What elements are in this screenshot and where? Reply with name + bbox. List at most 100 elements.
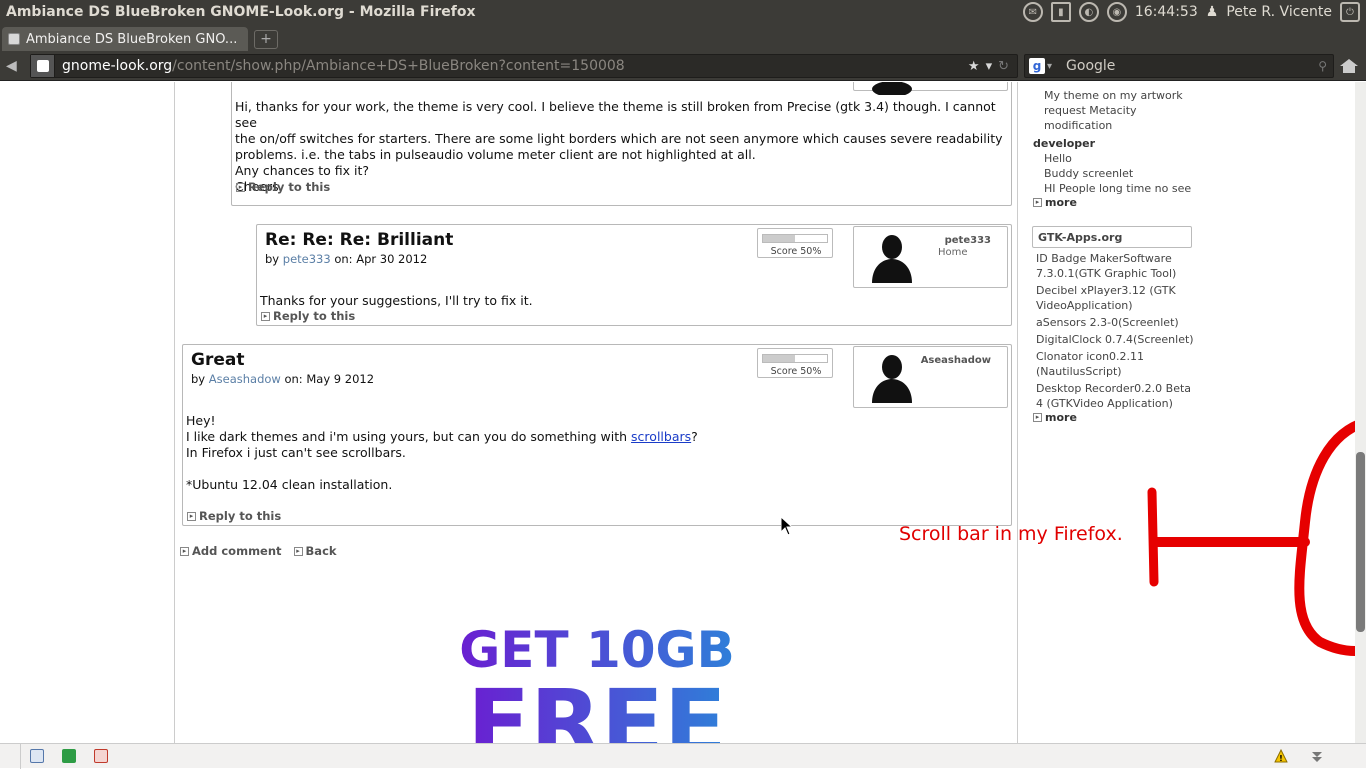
- score-fill: [763, 355, 795, 362]
- sidebar-item[interactable]: Buddy screenlet: [1033, 166, 1191, 181]
- arrow-right-icon: ▸: [261, 311, 270, 321]
- comment-line: Cheers.: [235, 179, 283, 194]
- by-label: by: [191, 372, 206, 386]
- comment-body: Hey! I like dark themes and i'm using yo…: [186, 413, 698, 493]
- sidebar-item[interactable]: Clonator icon0.2.11: [1030, 349, 1194, 364]
- page-viewport: Hi, thanks for your work, the theme is v…: [0, 82, 1366, 743]
- messaging-icon[interactable]: ✉: [1022, 2, 1043, 22]
- column-divider: [1017, 82, 1018, 743]
- comment-line: problems. i.e. the tabs in pulseaudio vo…: [235, 147, 756, 162]
- system-tray: ✉ ▮ ◐ ◉ 16:44:53 ♟ Pete R. Vicente ⏻: [1022, 2, 1366, 22]
- author-link[interactable]: pete333: [283, 252, 331, 266]
- annotation-text: Scroll bar in my Firefox.: [899, 523, 1123, 545]
- sidebar-item[interactable]: 4 (GTKVideo Application): [1030, 396, 1194, 411]
- battery-icon[interactable]: ▮: [1050, 2, 1071, 22]
- avatar: [872, 235, 912, 283]
- tab-active[interactable]: Ambiance DS BlueBroken GNO...: [2, 27, 248, 51]
- google-icon[interactable]: g: [1029, 58, 1045, 74]
- comment-date: Apr 30 2012: [356, 252, 428, 266]
- share-icon[interactable]: [62, 749, 76, 763]
- arrow-right-icon: ▸: [236, 182, 245, 192]
- sidebar-item[interactable]: Decibel xPlayer3.12 (GTK: [1030, 283, 1194, 298]
- url-text[interactable]: gnome-look.org/content/show.php/Ambiance…: [55, 58, 968, 74]
- arrow-right-icon: ▸: [293, 546, 303, 556]
- pocket-icon[interactable]: [94, 749, 108, 763]
- comment: Hi, thanks for your work, the theme is v…: [231, 82, 1012, 206]
- sidebar-item[interactable]: My theme on my artwork: [1033, 88, 1191, 103]
- site-identity-icon[interactable]: [31, 55, 55, 77]
- reply-link[interactable]: ▸ Reply to this: [261, 309, 355, 323]
- addon-bar: !: [0, 743, 1366, 769]
- sidebar-item[interactable]: Desktop Recorder0.2.0 Beta: [1030, 381, 1194, 396]
- sidebar-item[interactable]: VideoApplication): [1030, 298, 1194, 313]
- more-label: more: [1045, 411, 1077, 424]
- sidebar-item[interactable]: (NautilusScript): [1030, 364, 1194, 379]
- score-label: Score 50%: [770, 246, 822, 257]
- url-bar[interactable]: gnome-look.org/content/show.php/Ambiance…: [30, 54, 1018, 78]
- author-link[interactable]: Aseashadow: [209, 372, 281, 386]
- sidebar-item[interactable]: modification: [1033, 118, 1191, 133]
- sidebar-item[interactable]: DigitalClock 0.7.4(Screenlet): [1030, 332, 1194, 347]
- comment-body: Thanks for your suggestions, I'll try to…: [260, 293, 533, 309]
- reply-label: Reply to this: [248, 180, 331, 194]
- comment-blank-line: [186, 461, 698, 477]
- scrollbars-link[interactable]: scrollbars: [631, 429, 691, 444]
- sidebar-item[interactable]: 7.3.0.1(GTK Graphic Tool): [1030, 266, 1194, 281]
- sidebar-item[interactable]: HI People long time no see: [1033, 181, 1191, 196]
- more-link[interactable]: ▸ more: [1033, 196, 1191, 209]
- score-widget: Score 50%: [757, 228, 833, 258]
- svg-text:!: !: [1279, 754, 1283, 763]
- home-icon[interactable]: [1340, 59, 1358, 73]
- on-label: on:: [284, 372, 303, 386]
- power-icon[interactable]: ⏻: [1340, 2, 1360, 22]
- user-name[interactable]: Aseashadow: [921, 355, 991, 366]
- avatar: [872, 82, 912, 95]
- user-card: Aseashadow: [853, 346, 1008, 408]
- sidebar-heading-gtk[interactable]: GTK-Apps.org: [1032, 226, 1192, 248]
- user-name[interactable]: Pete R. Vicente: [1226, 4, 1332, 20]
- sidebar-item[interactable]: aSensors 2.3-0(Screenlet): [1030, 315, 1194, 330]
- reply-label: Reply to this: [199, 509, 282, 523]
- sidebar-item[interactable]: Hello: [1033, 151, 1191, 166]
- user-location: Home: [938, 247, 968, 258]
- search-bar[interactable]: g ▾ Google ⚲: [1024, 54, 1334, 78]
- sidebar-item[interactable]: ID Badge MakerSoftware: [1030, 251, 1194, 266]
- score-label: Score 50%: [770, 366, 822, 377]
- back-link[interactable]: ▸ Back: [293, 544, 337, 558]
- add-comment-link[interactable]: ▸ Add comment: [180, 544, 282, 558]
- collapse-icon[interactable]: [1310, 749, 1324, 763]
- sidebar-item[interactable]: request Metacity: [1033, 103, 1191, 118]
- column-divider: [174, 82, 175, 743]
- sidebar-heading: developer: [1033, 137, 1096, 150]
- score-widget: Score 50%: [757, 348, 833, 378]
- clock[interactable]: 16:44:53: [1135, 4, 1198, 20]
- back-arrow-icon[interactable]: ◀: [6, 58, 17, 74]
- comment-date: May 9 2012: [306, 372, 375, 386]
- window-title: Ambiance DS BlueBroken GNOME-Look.org - …: [6, 4, 476, 20]
- addon-icon[interactable]: [30, 749, 44, 763]
- network-icon[interactable]: ◐: [1078, 2, 1099, 22]
- score-bar: [762, 234, 828, 243]
- search-input[interactable]: Google: [1052, 58, 1318, 74]
- vertical-scrollbar[interactable]: [1355, 82, 1366, 743]
- dropdown-arrow-icon[interactable]: ▾: [986, 59, 993, 74]
- volume-icon[interactable]: ◉: [1106, 2, 1127, 22]
- bookmark-star-icon[interactable]: ★: [968, 59, 980, 74]
- search-icon[interactable]: ⚲: [1318, 59, 1333, 73]
- comment-body: Hi, thanks for your work, the theme is v…: [235, 99, 1010, 195]
- user-name[interactable]: pete333: [945, 235, 991, 246]
- scrollbar-thumb[interactable]: [1356, 452, 1365, 632]
- new-tab-button[interactable]: +: [254, 30, 278, 49]
- reply-link[interactable]: ▸ Reply to this: [236, 180, 330, 194]
- add-comment-label: Add comment: [192, 544, 282, 558]
- reply-link[interactable]: ▸ Reply to this: [187, 509, 281, 523]
- warning-icon[interactable]: !: [1274, 749, 1288, 763]
- reload-icon[interactable]: ↻: [998, 59, 1009, 74]
- arrow-right-icon: ▸: [1033, 413, 1042, 422]
- comment-line: Hi, thanks for your work, the theme is v…: [235, 99, 996, 130]
- comment-byline: by Aseashadow on: May 9 2012: [191, 372, 374, 386]
- sidebar-recent: My theme on my artwork request Metacity …: [1033, 88, 1191, 209]
- advertisement-banner[interactable]: GET 10GB FREE: [455, 617, 740, 743]
- on-label: on:: [334, 252, 353, 266]
- back-label: Back: [305, 544, 337, 558]
